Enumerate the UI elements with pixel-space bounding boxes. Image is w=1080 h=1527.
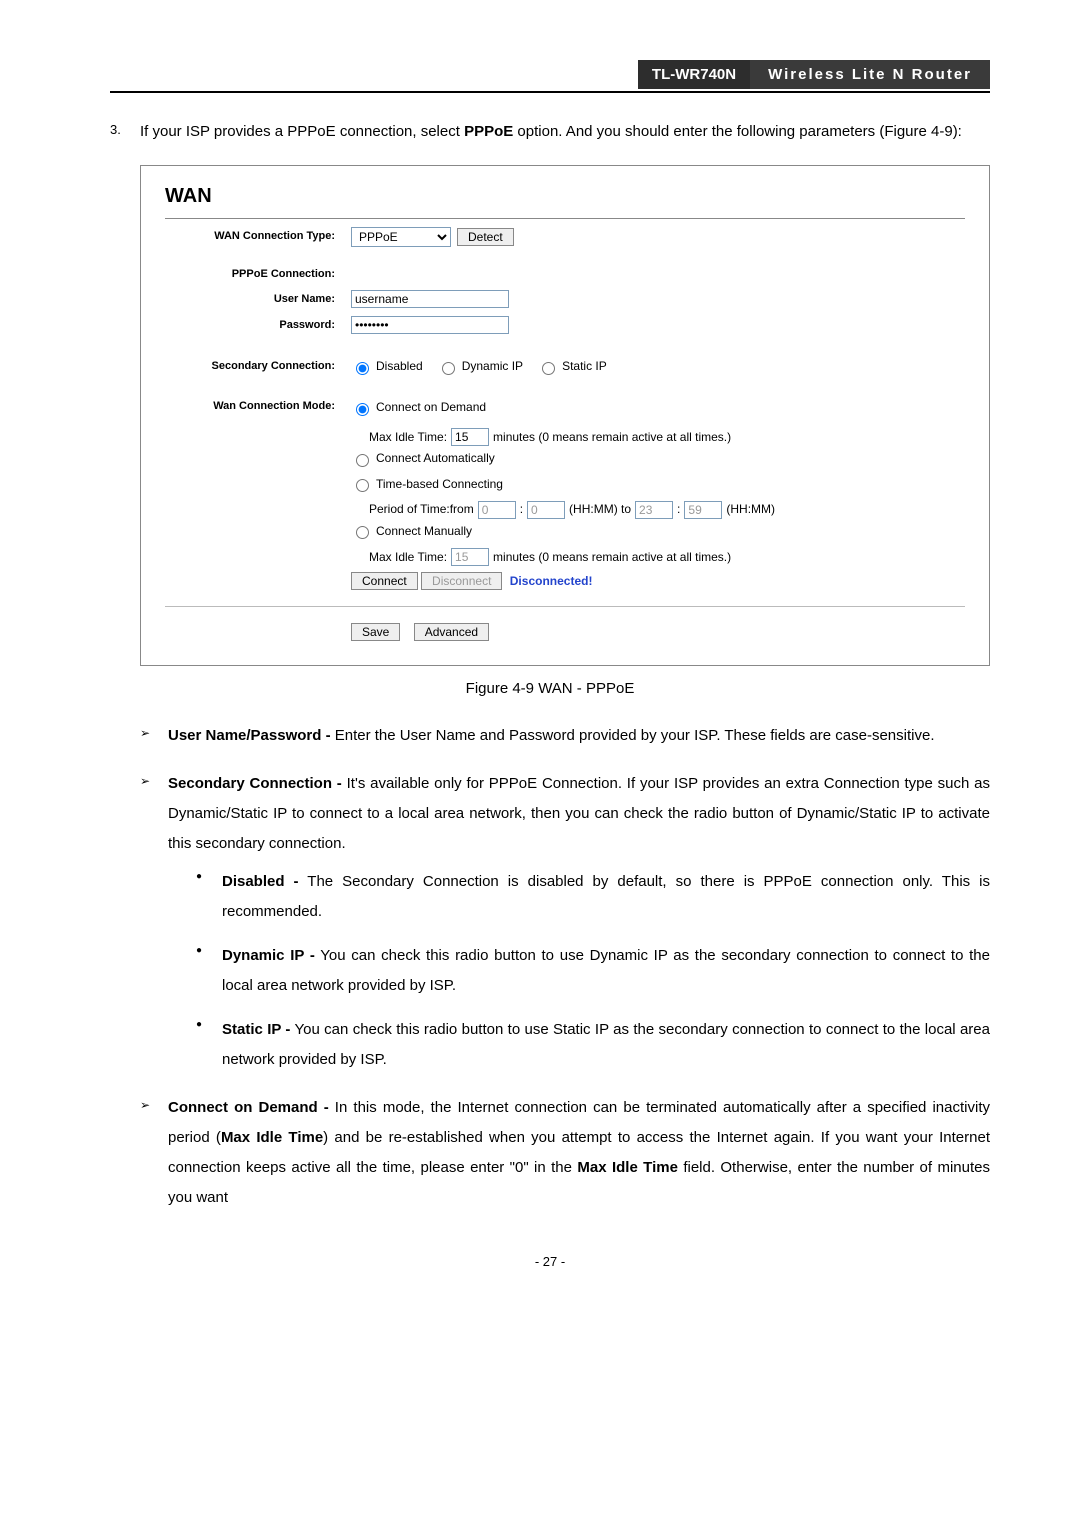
manual-idle-row: Max Idle Time: minutes (0 means remain a… (369, 548, 965, 566)
password-input[interactable] (351, 316, 509, 334)
figure-caption: Figure 4-9 WAN - PPPoE (110, 678, 990, 699)
disconnect-button: Disconnect (421, 572, 502, 590)
time-period-row: Period of Time:from : (HH:MM) to : (HH:M… (369, 501, 965, 519)
radio-mode-auto[interactable]: Connect Automatically (351, 450, 495, 467)
radio-sec-dynamic[interactable]: Dynamic IP (437, 358, 523, 375)
radio-mode-time[interactable]: Time-based Connecting (351, 476, 503, 493)
save-button[interactable]: Save (351, 623, 400, 641)
radio-sec-disabled[interactable]: Disabled (351, 358, 423, 375)
step-number: 3. (110, 117, 140, 147)
bullet-connect-on-demand: Connect on Demand - In this mode, the In… (140, 1093, 990, 1213)
connect-button[interactable]: Connect (351, 572, 418, 590)
manual-idle-input (451, 548, 489, 566)
sub-static: Static IP - You can check this radio but… (196, 1015, 990, 1075)
period-to-m (684, 501, 722, 519)
label-wan-mode: Wan Connection Mode: (165, 399, 351, 414)
period-to-h (635, 501, 673, 519)
product-model: TL-WR740N (638, 60, 750, 89)
label-username: User Name: (165, 292, 351, 307)
label-secondary: Secondary Connection: (165, 359, 351, 374)
sub-disabled: Disabled - The Secondary Connection is d… (196, 867, 990, 927)
advanced-button[interactable]: Advanced (414, 623, 489, 641)
label-conn-type: WAN Connection Type: (165, 229, 351, 244)
demand-idle-input[interactable] (451, 428, 489, 446)
demand-idle-row: Max Idle Time: minutes (0 means remain a… (369, 428, 965, 446)
wan-screenshot: WAN WAN Connection Type: PPPoE Detect PP… (140, 165, 990, 666)
sub-dynamic: Dynamic IP - You can check this radio bu… (196, 941, 990, 1001)
conn-status: Disconnected! (510, 574, 593, 588)
step-text: If your ISP provides a PPPoE connection,… (140, 117, 990, 147)
detect-button[interactable]: Detect (457, 228, 514, 246)
product-title: Wireless Lite N Router (750, 60, 990, 89)
username-input[interactable] (351, 290, 509, 308)
page-number: - 27 - (110, 1253, 990, 1271)
period-from-m (527, 501, 565, 519)
radio-mode-demand[interactable]: Connect on Demand (351, 399, 486, 416)
bullet-secondary-connection: Secondary Connection - It's available on… (140, 769, 990, 1075)
step-3: 3. If your ISP provides a PPPoE connecti… (110, 117, 990, 147)
wan-conn-type-select[interactable]: PPPoE (351, 227, 451, 247)
radio-sec-static[interactable]: Static IP (537, 358, 607, 375)
period-from-h (478, 501, 516, 519)
label-pppoe-conn: PPPoE Connection: (165, 267, 351, 282)
bullet-username-password: User Name/Password - Enter the User Name… (140, 721, 990, 751)
radio-mode-manual[interactable]: Connect Manually (351, 523, 472, 540)
page-header: TL-WR740N Wireless Lite N Router (110, 60, 990, 93)
wan-heading: WAN (165, 182, 965, 219)
label-password: Password: (165, 318, 351, 333)
